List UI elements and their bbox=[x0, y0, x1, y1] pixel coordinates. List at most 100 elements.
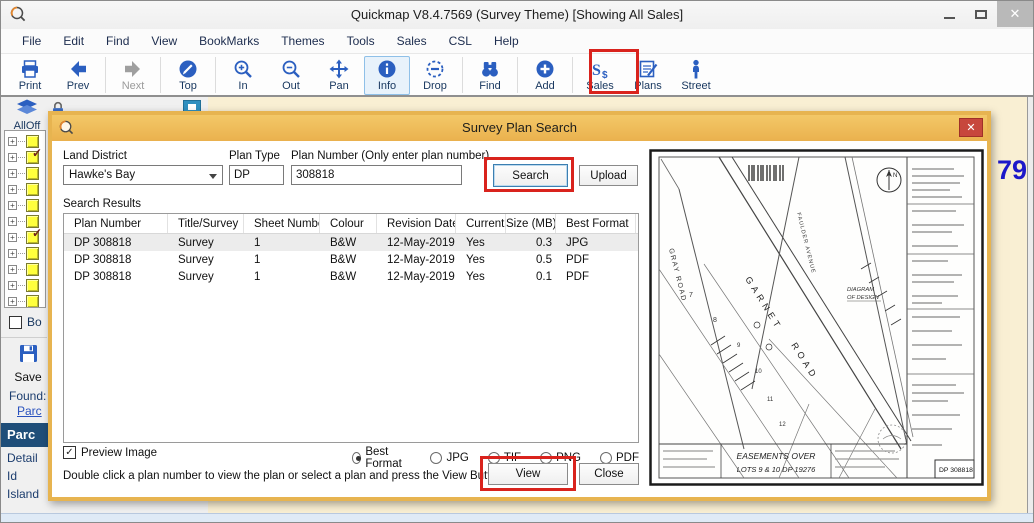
column-header-revision-date[interactable]: Revision Date bbox=[377, 214, 456, 233]
toolbar-separator bbox=[160, 57, 161, 93]
preview-image-checkbox[interactable]: ✓ Preview Image bbox=[63, 446, 157, 459]
column-header-current[interactable]: Current bbox=[456, 214, 506, 233]
format-radio-best-format[interactable]: Best Format bbox=[352, 446, 411, 470]
tree-expander-icon[interactable]: + bbox=[8, 185, 17, 194]
vertical-scrollbar[interactable] bbox=[1027, 97, 1033, 513]
minimize-button[interactable] bbox=[933, 1, 965, 27]
toolbar-button-in[interactable]: In bbox=[220, 56, 266, 95]
tree-connector bbox=[18, 221, 25, 222]
menu-item-themes[interactable]: Themes bbox=[270, 30, 335, 52]
drop-icon bbox=[424, 58, 446, 80]
menu-item-bookmarks[interactable]: BookMarks bbox=[188, 30, 270, 52]
format-radio-jpg[interactable]: JPG bbox=[430, 446, 468, 470]
tree-expander-icon[interactable]: + bbox=[8, 233, 17, 242]
alloff-button[interactable]: AllOff bbox=[7, 99, 47, 132]
toolbar-label: Prev bbox=[67, 80, 90, 93]
tree-connector bbox=[18, 173, 25, 174]
tree-expander-icon[interactable]: + bbox=[8, 153, 17, 162]
tree-expander-icon[interactable]: + bbox=[8, 137, 17, 146]
save-button[interactable]: Save bbox=[13, 343, 43, 384]
toolbar-label: Next bbox=[122, 80, 145, 93]
land-district-value: Hawke's Bay bbox=[69, 169, 135, 181]
table-cell: DP 308818 bbox=[64, 271, 168, 283]
tree-connector bbox=[18, 189, 25, 190]
search-button[interactable]: Search bbox=[493, 164, 568, 187]
toolbar-button-print[interactable]: Print bbox=[7, 56, 53, 95]
toolbar-button-add[interactable]: Add bbox=[522, 56, 568, 95]
toolbar-button-find[interactable]: Find bbox=[467, 56, 513, 95]
table-row[interactable]: DP 308818Survey1B&W12-May-2019Yes0.1PDF bbox=[64, 268, 638, 285]
menu-item-tools[interactable]: Tools bbox=[336, 30, 386, 52]
parcel-link[interactable]: Parc bbox=[17, 404, 42, 418]
maximize-button[interactable] bbox=[965, 1, 997, 27]
column-header-sheet-number[interactable]: Sheet Number bbox=[244, 214, 320, 233]
table-row[interactable]: DP 308818Survey1B&W12-May-2019Yes0.3JPG bbox=[64, 234, 638, 251]
upload-button[interactable]: Upload bbox=[579, 165, 638, 186]
radio-label: JPG bbox=[446, 452, 468, 464]
table-cell: 12-May-2019 bbox=[377, 254, 456, 266]
toolbar-label: Pan bbox=[329, 80, 349, 93]
toolbar-separator bbox=[215, 57, 216, 93]
layer-swatch[interactable] bbox=[26, 263, 39, 276]
layer-swatch[interactable] bbox=[26, 247, 39, 260]
toolbar-button-top[interactable]: Top bbox=[165, 56, 211, 95]
table-row[interactable]: DP 308818Survey1B&W12-May-2019Yes0.5PDF bbox=[64, 251, 638, 268]
bo-checkbox[interactable]: Bo bbox=[9, 315, 42, 329]
column-header-plan-number[interactable]: Plan Number bbox=[64, 214, 168, 233]
info-icon bbox=[376, 58, 398, 80]
column-header-best-format[interactable]: Best Format bbox=[556, 214, 636, 233]
maximize-icon bbox=[975, 10, 987, 19]
toolbar-button-sales[interactable]: S$Sales bbox=[577, 56, 623, 95]
tree-expander-icon[interactable]: + bbox=[8, 297, 17, 306]
toolbar-separator bbox=[517, 57, 518, 93]
dialog-close-button[interactable]: ✕ bbox=[959, 118, 983, 137]
layer-tree-row: + bbox=[8, 245, 45, 261]
layer-swatch[interactable] bbox=[26, 167, 39, 180]
toolbar-button-info[interactable]: Info bbox=[364, 56, 410, 95]
layer-tree: ++✓+++++✓++++ bbox=[4, 130, 46, 308]
layer-swatch[interactable] bbox=[26, 279, 39, 292]
tree-expander-icon[interactable]: + bbox=[8, 265, 17, 274]
layer-swatch[interactable] bbox=[26, 199, 39, 212]
tree-expander-icon[interactable]: + bbox=[8, 249, 17, 258]
menu-item-sales[interactable]: Sales bbox=[386, 30, 438, 52]
menu-item-csl[interactable]: CSL bbox=[438, 30, 483, 52]
toolbar-button-plans[interactable]: Plans bbox=[625, 56, 671, 95]
layer-swatch[interactable] bbox=[26, 295, 39, 308]
close-button[interactable]: ✕ bbox=[997, 1, 1033, 27]
tree-expander-icon[interactable]: + bbox=[8, 217, 17, 226]
toolbar-button-prev[interactable]: Prev bbox=[55, 56, 101, 95]
column-header-colour[interactable]: Colour bbox=[320, 214, 377, 233]
menu-item-help[interactable]: Help bbox=[483, 30, 530, 52]
svg-text:8: 8 bbox=[713, 317, 717, 324]
toolbar-label: Drop bbox=[423, 80, 447, 93]
toolbar-button-street[interactable]: Street bbox=[673, 56, 719, 95]
svg-text:EASEMENTS OVER: EASEMENTS OVER bbox=[737, 451, 816, 461]
svg-text:$: $ bbox=[602, 70, 608, 80]
view-button[interactable]: View bbox=[488, 463, 568, 485]
toolbar-button-out[interactable]: Out bbox=[268, 56, 314, 95]
tree-expander-icon[interactable]: + bbox=[8, 201, 17, 210]
check-icon: ✓ bbox=[32, 146, 42, 160]
close-dialog-button[interactable]: Close bbox=[579, 463, 639, 485]
menu-item-view[interactable]: View bbox=[140, 30, 188, 52]
plan-number-input[interactable] bbox=[291, 165, 462, 185]
column-header-size-mb-[interactable]: Size (MB) bbox=[506, 214, 556, 233]
tree-expander-icon[interactable]: + bbox=[8, 169, 17, 178]
tree-expander-icon[interactable]: + bbox=[8, 281, 17, 290]
toolbar-button-drop[interactable]: Drop bbox=[412, 56, 458, 95]
layer-swatch[interactable] bbox=[26, 183, 39, 196]
toolbar: PrintPrevNextTopInOutPanInfoDropFindAddS… bbox=[1, 54, 1033, 97]
plan-preview-image: N G bbox=[649, 149, 984, 486]
menu-item-find[interactable]: Find bbox=[95, 30, 140, 52]
menu-item-edit[interactable]: Edit bbox=[52, 30, 95, 52]
window-titlebar: Quickmap V8.4.7569 (Survey Theme) [Showi… bbox=[1, 1, 1033, 29]
land-district-select[interactable]: Hawke's Bay bbox=[63, 165, 223, 185]
plan-type-input[interactable] bbox=[229, 165, 284, 185]
tree-connector bbox=[18, 269, 25, 270]
menu-item-file[interactable]: File bbox=[11, 30, 52, 52]
column-header-title-survey[interactable]: Title/Survey bbox=[168, 214, 244, 233]
dialog-titlebar[interactable]: Survey Plan Search ✕ bbox=[52, 115, 987, 141]
table-cell: Yes bbox=[456, 237, 506, 249]
toolbar-button-pan[interactable]: Pan bbox=[316, 56, 362, 95]
